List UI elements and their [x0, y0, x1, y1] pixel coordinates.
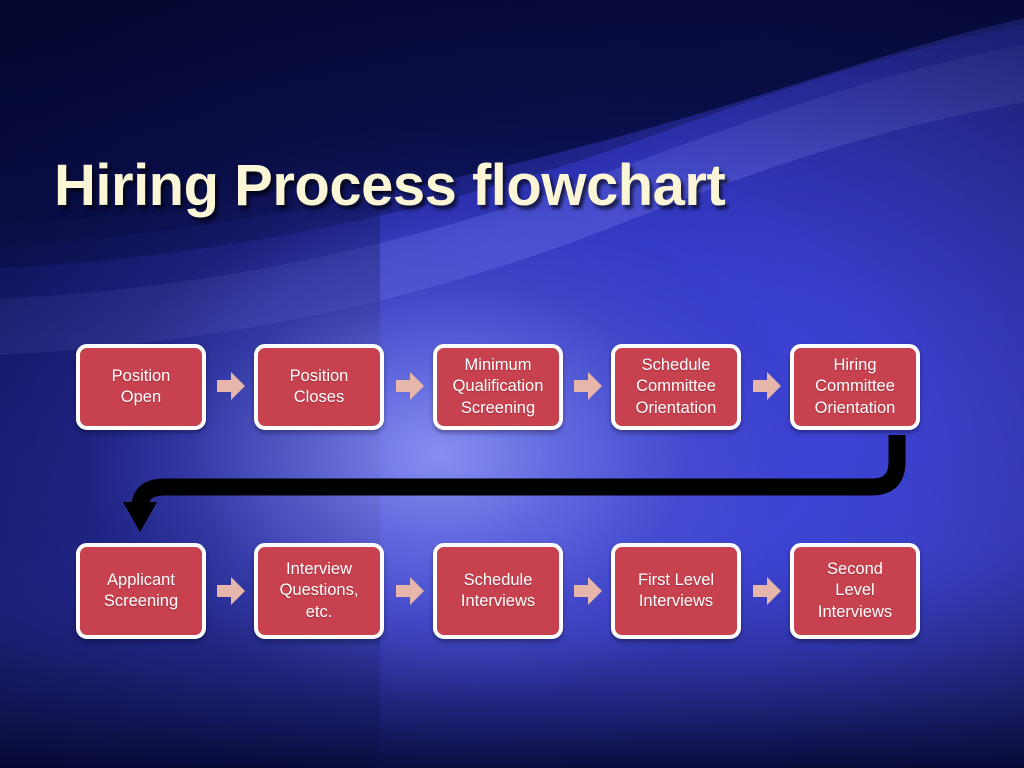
flow-box-second-level-interviews[interactable]: Second Level Interviews: [790, 543, 920, 639]
flow-box-label: First Level Interviews: [637, 570, 715, 610]
flow-box-applicant-screening[interactable]: Applicant Screening: [76, 543, 206, 639]
right-arrow-icon: [752, 370, 782, 402]
flow-box-label: Hiring Committee Orientation: [814, 356, 896, 417]
flow-box-schedule-interviews[interactable]: Schedule Interviews: [433, 543, 563, 639]
flow-box-label: Position Open: [111, 366, 171, 406]
right-arrow-icon: [395, 575, 425, 607]
flow-box-label: Schedule Interviews: [460, 570, 536, 610]
slide-canvas: Hiring Process flowchart Position Open P…: [0, 0, 1024, 768]
flow-box-hiring-committee-orientation[interactable]: Hiring Committee Orientation: [790, 344, 920, 430]
flow-box-schedule-committee-orientation[interactable]: Schedule Committee Orientation: [611, 344, 741, 430]
flow-box-label: Minimum Qualification Screening: [452, 356, 544, 417]
flow-box-label: Schedule Committee Orientation: [635, 356, 717, 417]
right-arrow-icon: [216, 370, 246, 402]
flow-box-position-closes[interactable]: Position Closes: [254, 344, 384, 430]
flow-box-label: Position Closes: [289, 366, 349, 406]
flow-box-label: Interview Questions, etc.: [279, 560, 359, 621]
flow-box-label: Applicant Screening: [103, 570, 179, 610]
right-arrow-icon: [395, 370, 425, 402]
flow-box-position-open[interactable]: Position Open: [76, 344, 206, 430]
flow-box-label: Second Level Interviews: [817, 560, 893, 621]
right-arrow-icon: [752, 575, 782, 607]
flow-box-interview-questions[interactable]: Interview Questions, etc.: [254, 543, 384, 639]
flow-box-minimum-qualification-screening[interactable]: Minimum Qualification Screening: [433, 344, 563, 430]
right-arrow-icon: [573, 370, 603, 402]
page-title: Hiring Process flowchart: [54, 153, 726, 218]
flow-box-first-level-interviews[interactable]: First Level Interviews: [611, 543, 741, 639]
right-arrow-icon: [216, 575, 246, 607]
right-arrow-icon: [573, 575, 603, 607]
